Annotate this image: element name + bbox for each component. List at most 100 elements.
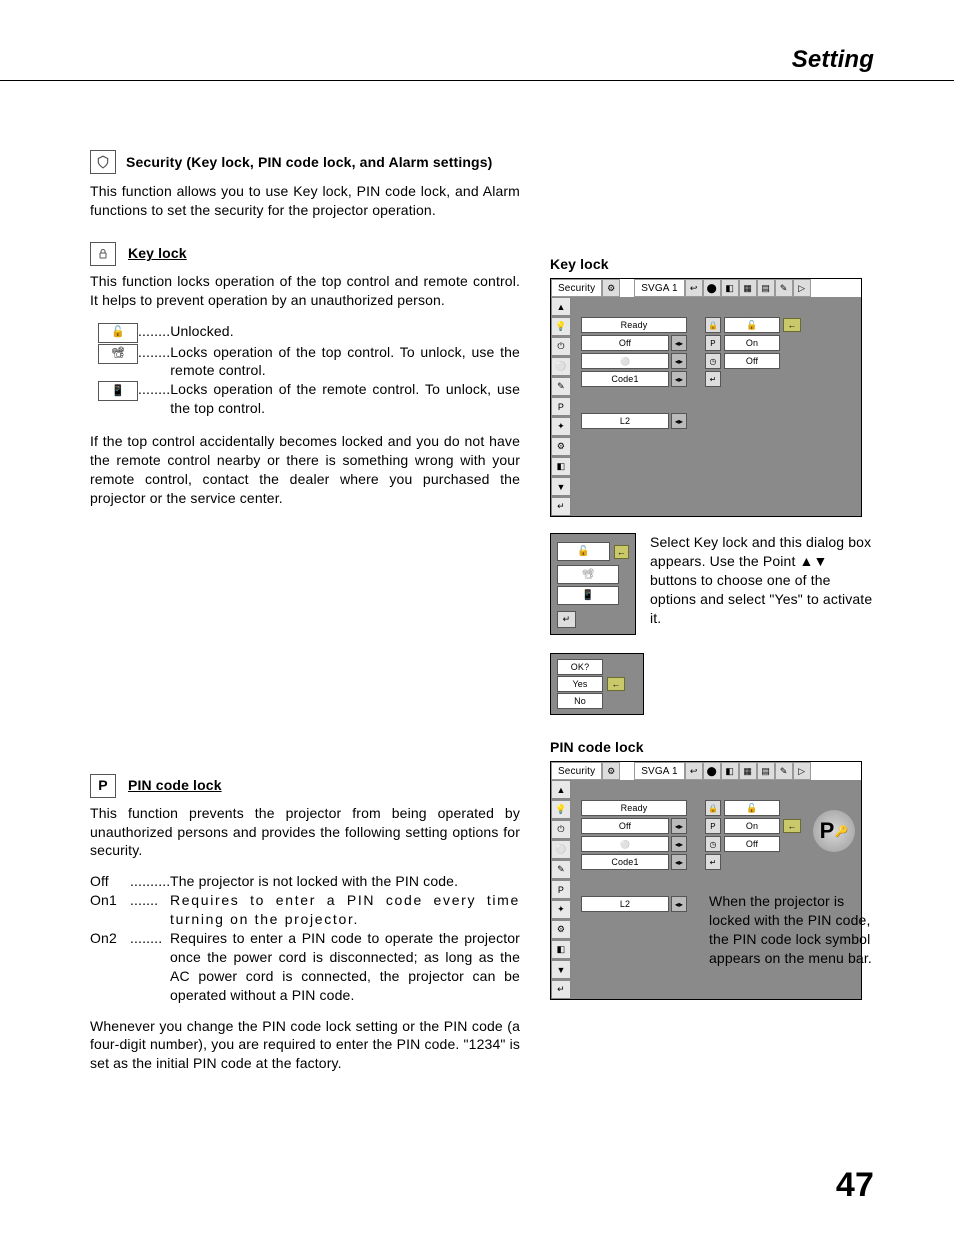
dots: ........ bbox=[138, 380, 170, 399]
osd-col2-field[interactable]: Off bbox=[724, 353, 780, 369]
confirm-no[interactable]: No bbox=[557, 693, 603, 709]
pinlock-body2: Whenever you change the PIN code lock se… bbox=[90, 1017, 520, 1074]
side-icon[interactable]: ✎ bbox=[551, 377, 571, 396]
dialog-option[interactable]: 🔓 bbox=[557, 542, 610, 561]
osd-item[interactable]: Off bbox=[581, 335, 669, 351]
exit-icon[interactable]: ↵ bbox=[705, 371, 721, 387]
side-icon[interactable]: ⏻ bbox=[551, 820, 571, 839]
dialog-option[interactable]: 📱 bbox=[557, 586, 619, 605]
lr-arrows-icon[interactable]: ◂▸ bbox=[671, 836, 687, 852]
exit-icon[interactable]: ↵ bbox=[551, 980, 571, 999]
pinlock-caption: When the projector is locked with the PI… bbox=[709, 892, 874, 968]
keylock-opt3: Locks operation of the remote control. T… bbox=[170, 380, 520, 418]
selection-arrow-icon: ← bbox=[607, 677, 625, 691]
side-icon[interactable]: 💡 bbox=[551, 800, 571, 819]
pin-lock-symbol-icon: P🔑 bbox=[813, 810, 855, 852]
keylock-opt2: Locks operation of the top control. To u… bbox=[170, 343, 520, 381]
pinlock-title: PIN code lock bbox=[128, 776, 222, 795]
menubar-icon[interactable]: ⬤ bbox=[703, 762, 721, 780]
keylock-dialog-caption: Select Key lock and this dialog box appe… bbox=[650, 533, 874, 627]
keylock-body2: If the top control accidentally becomes … bbox=[90, 432, 520, 508]
side-icon[interactable]: P bbox=[551, 397, 571, 416]
osd-item[interactable]: Code1 bbox=[581, 371, 669, 387]
exit-icon[interactable]: ↵ bbox=[557, 611, 576, 628]
osd-item[interactable]: L2 bbox=[581, 413, 669, 429]
side-icon[interactable]: ✦ bbox=[551, 900, 571, 919]
lr-arrows-icon[interactable]: ◂▸ bbox=[671, 353, 687, 369]
osd-tab-icon: ⚙ bbox=[602, 762, 620, 780]
scroll-up-icon[interactable]: ▲ bbox=[551, 297, 571, 316]
osd-item[interactable]: Ready bbox=[581, 317, 687, 333]
dialog-option[interactable]: 📽 bbox=[557, 565, 619, 584]
exit-icon[interactable]: ↵ bbox=[551, 497, 571, 516]
side-icon[interactable]: ⚙ bbox=[551, 920, 571, 939]
side-icon[interactable]: ⏻ bbox=[551, 337, 571, 356]
side-icon[interactable]: ✎ bbox=[551, 860, 571, 879]
osd-col2-field[interactable]: 🔓 bbox=[724, 800, 780, 816]
scroll-up-icon[interactable]: ▲ bbox=[551, 780, 571, 799]
osd-col2-field[interactable]: 🔓 bbox=[724, 317, 780, 333]
confirm-yes[interactable]: Yes bbox=[557, 676, 603, 692]
side-icon[interactable]: ⚪ bbox=[551, 840, 571, 859]
menubar-icon[interactable]: ↩ bbox=[685, 762, 703, 780]
pin-icon: P bbox=[705, 335, 721, 351]
menubar-icon[interactable]: ▷ bbox=[793, 279, 811, 297]
osd-col2-field[interactable]: On bbox=[724, 335, 780, 351]
menubar-icon[interactable]: ↩ bbox=[685, 279, 703, 297]
menubar-icon[interactable]: ▦ bbox=[739, 279, 757, 297]
alarm-icon: ◷ bbox=[705, 353, 721, 369]
osd-pinlock: Security ⚙ SVGA 1 ↩ ⬤ ◧ ▦ ▤ ✎ ▷ ▲ 💡 bbox=[550, 761, 862, 1000]
keylock-title: Key lock bbox=[128, 244, 187, 263]
exit-icon[interactable]: ↵ bbox=[705, 854, 721, 870]
menubar-icon[interactable]: ⬤ bbox=[703, 279, 721, 297]
security-title: Security (Key lock, PIN code lock, and A… bbox=[126, 153, 492, 172]
lr-arrows-icon[interactable]: ◂▸ bbox=[671, 413, 687, 429]
osd-item[interactable]: Off bbox=[581, 818, 669, 834]
dots: ........ bbox=[130, 929, 170, 1005]
osd-confirm: OK? Yes← No bbox=[550, 653, 644, 715]
menubar-icon[interactable]: ▷ bbox=[793, 762, 811, 780]
side-icon[interactable]: ✦ bbox=[551, 417, 571, 436]
alarm-icon: ◷ bbox=[705, 836, 721, 852]
lr-arrows-icon[interactable]: ◂▸ bbox=[671, 335, 687, 351]
lr-arrows-icon[interactable]: ◂▸ bbox=[671, 371, 687, 387]
side-icon[interactable]: ◧ bbox=[551, 940, 571, 959]
osd-col2-field[interactable]: On bbox=[724, 818, 780, 834]
osd-item[interactable]: ⚪ bbox=[581, 836, 669, 852]
osd-item[interactable]: Code1 bbox=[581, 854, 669, 870]
page-header: Setting bbox=[792, 46, 874, 74]
osd-item[interactable]: L2 bbox=[581, 896, 669, 912]
keylock-body1: This function locks operation of the top… bbox=[90, 272, 520, 310]
osd-tab[interactable]: Security bbox=[551, 762, 602, 780]
menubar-icon[interactable]: ▤ bbox=[757, 762, 775, 780]
scroll-down-icon[interactable]: ▼ bbox=[551, 960, 571, 979]
lr-arrows-icon[interactable]: ◂▸ bbox=[671, 896, 687, 912]
menubar-icon[interactable]: ◧ bbox=[721, 279, 739, 297]
selection-arrow-icon: ← bbox=[783, 318, 801, 332]
side-icon[interactable]: ◧ bbox=[551, 457, 571, 476]
keylock-right-heading: Key lock bbox=[550, 256, 874, 272]
menubar-icon[interactable]: ✎ bbox=[775, 279, 793, 297]
keylock-opt1: Unlocked. bbox=[170, 322, 520, 341]
menubar-icon[interactable]: ▤ bbox=[757, 279, 775, 297]
osd-col2-field[interactable]: Off bbox=[724, 836, 780, 852]
menubar-icon[interactable]: ✎ bbox=[775, 762, 793, 780]
side-icon[interactable]: ⚪ bbox=[551, 357, 571, 376]
lr-arrows-icon[interactable]: ◂▸ bbox=[671, 818, 687, 834]
menubar-icon[interactable]: ◧ bbox=[721, 762, 739, 780]
dots: ....... bbox=[130, 891, 170, 929]
scroll-down-icon[interactable]: ▼ bbox=[551, 477, 571, 496]
side-icon[interactable]: ⚙ bbox=[551, 437, 571, 456]
osd-item[interactable]: Ready bbox=[581, 800, 687, 816]
menubar-icon[interactable]: ▦ bbox=[739, 762, 757, 780]
osd-item[interactable]: ⚪ bbox=[581, 353, 669, 369]
dots: ........ bbox=[138, 322, 170, 341]
page-number: 47 bbox=[836, 1166, 874, 1205]
side-icon[interactable]: P bbox=[551, 880, 571, 899]
osd-tab[interactable]: Security bbox=[551, 279, 602, 297]
side-icon[interactable]: 💡 bbox=[551, 317, 571, 336]
opt-on2-label: On2 bbox=[90, 929, 130, 1005]
opt-on1-label: On1 bbox=[90, 891, 130, 929]
keylock-icon bbox=[90, 242, 116, 266]
lr-arrows-icon[interactable]: ◂▸ bbox=[671, 854, 687, 870]
